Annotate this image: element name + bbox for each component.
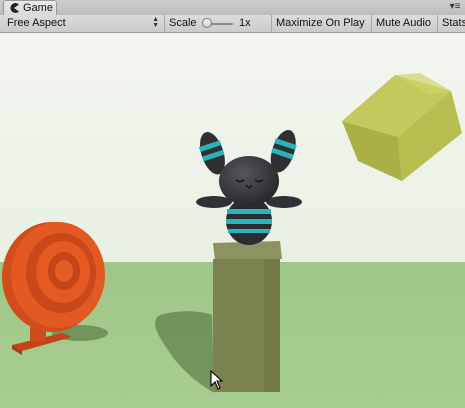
tab-game[interactable]: Game [3,0,57,15]
tab-bar: Game ▾≡ [0,0,465,16]
tab-game-label: Game [23,2,53,14]
bunny-left-arm [196,196,232,208]
mouse-cursor-icon [210,370,224,390]
bunny-head [219,156,279,206]
aspect-dropdown-label: Free Aspect [7,17,66,29]
bunny-right-arm [266,196,302,208]
scale-label: Scale [169,17,197,29]
mute-audio-label: Mute Audio [376,17,432,29]
game-viewport[interactable] [0,33,465,408]
dropdown-arrows-icon: ▲ ▼ [152,16,159,29]
game-toolbar: Free Aspect ▲ ▼ Scale 1x Maximize On Play… [0,15,465,33]
scale-control: Scale 1x [165,15,272,32]
scale-slider-thumb[interactable] [202,18,212,28]
game-scene [0,33,465,408]
stats-label: Stats [442,17,465,29]
mute-audio-toggle[interactable]: Mute Audio [372,15,438,32]
pacman-icon [10,3,19,14]
maximize-on-play-toggle[interactable]: Maximize On Play [272,15,372,32]
aspect-dropdown[interactable]: Free Aspect ▲ ▼ [0,15,165,32]
stats-toggle[interactable]: Stats [438,15,465,32]
scale-value: 1x [239,17,251,29]
maximize-on-play-label: Maximize On Play [276,17,365,29]
pane-menu-icon[interactable]: ▾≡ [449,1,461,13]
